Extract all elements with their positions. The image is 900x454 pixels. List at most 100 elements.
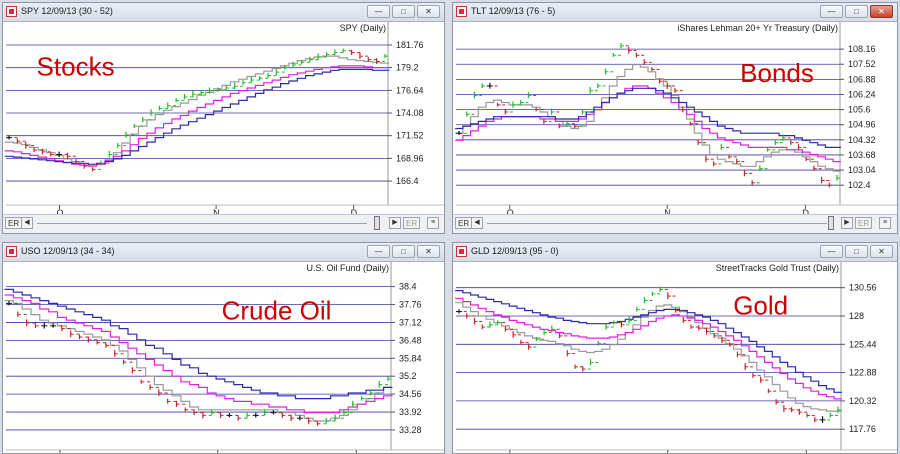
price-tick-label: 36.48 bbox=[399, 335, 422, 345]
close-button[interactable]: ✕ bbox=[870, 5, 893, 18]
price-tick-label: 35.84 bbox=[399, 353, 422, 363]
restore-button[interactable]: □ bbox=[845, 245, 868, 258]
price-tick-label: 106.24 bbox=[848, 89, 876, 99]
chart-window-gld[interactable]: GLD 12/09/13 (95 - 0) — □ ✕ 130.56 128 125… bbox=[452, 242, 898, 454]
window-title: USO 12/09/13 (34 - 34) bbox=[21, 246, 115, 256]
minimize-button[interactable]: — bbox=[367, 5, 390, 18]
scroll-left-icon: ◀ bbox=[474, 219, 480, 226]
er-right-button[interactable]: ER bbox=[403, 217, 421, 229]
price-tick-label: 176.64 bbox=[396, 85, 424, 95]
price-tick-label: 108.16 bbox=[848, 44, 876, 54]
scroll-thumb[interactable] bbox=[828, 216, 834, 230]
close-button[interactable]: ✕ bbox=[870, 245, 893, 258]
moving-average-line-blue bbox=[4, 68, 390, 165]
price-tick-label: 104.32 bbox=[848, 135, 876, 145]
scroll-right-button[interactable]: ▶ bbox=[389, 217, 401, 229]
title-bar[interactable]: GLD 12/09/13 (95 - 0) — □ ✕ bbox=[453, 243, 897, 262]
restore-button[interactable]: □ bbox=[845, 5, 868, 18]
menu-icon: ≡ bbox=[882, 219, 888, 226]
price-tick-label: 130.56 bbox=[849, 283, 877, 293]
app-icon bbox=[456, 246, 467, 257]
chart-subtitle: StreetTracks Gold Trust (Daily) bbox=[716, 263, 839, 273]
scroll-left-button[interactable]: ◀ bbox=[471, 217, 483, 229]
close-button[interactable]: ✕ bbox=[417, 5, 440, 18]
menu-button[interactable]: ≡ bbox=[879, 217, 891, 229]
price-tick-label: 171.52 bbox=[396, 131, 424, 141]
window-title: TLT 12/09/13 (76 - 5) bbox=[471, 6, 556, 16]
price-tick-label: 120.32 bbox=[849, 396, 877, 406]
price-tick-label: 104.96 bbox=[848, 120, 876, 130]
price-tick-label: 117.76 bbox=[849, 424, 876, 434]
price-chart: 181.76 179.2 176.64 174.08 171.52 168.96 166.4… bbox=[4, 22, 444, 215]
menu-button[interactable]: ≡ bbox=[427, 217, 439, 229]
chart-subtitle: iShares Lehman 20+ Yr Treasury (Daily) bbox=[677, 23, 838, 33]
scroll-track[interactable] bbox=[37, 223, 367, 224]
restore-icon: □ bbox=[854, 247, 859, 256]
app-icon bbox=[6, 246, 17, 257]
restore-button[interactable]: □ bbox=[392, 245, 415, 258]
price-tick-label: 105.6 bbox=[848, 105, 871, 115]
title-bar[interactable]: TLT 12/09/13 (76 - 5) — □ ✕ bbox=[453, 3, 897, 22]
close-icon: ✕ bbox=[878, 247, 885, 256]
price-tick-label: 106.88 bbox=[848, 74, 876, 84]
asset-label: Crude Oil bbox=[222, 296, 332, 326]
price-tick-label: 33.28 bbox=[399, 425, 422, 435]
close-icon: ✕ bbox=[425, 7, 432, 16]
minimize-icon: — bbox=[374, 7, 383, 16]
restore-button[interactable]: □ bbox=[392, 5, 415, 18]
moving-average-line-blue bbox=[4, 288, 393, 400]
price-tick-label: 181.76 bbox=[396, 40, 424, 50]
scroll-track[interactable] bbox=[487, 223, 827, 224]
chart-subtitle: SPY (Daily) bbox=[340, 23, 386, 33]
price-tick-label: 103.04 bbox=[848, 165, 876, 175]
minimize-button[interactable]: — bbox=[367, 245, 390, 258]
price-tick-label: 102.4 bbox=[848, 180, 871, 190]
menu-icon: ≡ bbox=[430, 219, 436, 226]
title-bar[interactable]: SPY 12/09/13 (30 - 52) — □ ✕ bbox=[3, 3, 444, 22]
price-tick-label: 179.2 bbox=[396, 63, 419, 73]
chart-window-tlt[interactable]: TLT 12/09/13 (76 - 5) — □ ✕ 108.16 107.52… bbox=[452, 2, 898, 234]
window-title: SPY 12/09/13 (30 - 52) bbox=[21, 6, 113, 16]
minimize-icon: — bbox=[827, 247, 836, 256]
scroll-right-icon: ▶ bbox=[392, 219, 398, 226]
minimize-button[interactable]: — bbox=[820, 245, 843, 258]
price-chart: 130.56128125.44122.88120.32117.76ONDStre… bbox=[455, 262, 897, 453]
price-tick-label: 37.76 bbox=[399, 300, 422, 310]
app-icon bbox=[6, 6, 17, 17]
price-tick-label: 103.68 bbox=[848, 150, 876, 160]
scroll-left-button[interactable]: ◀ bbox=[21, 217, 33, 229]
asset-label: Bonds bbox=[740, 58, 814, 88]
title-bar[interactable]: USO 12/09/13 (34 - 34) — □ ✕ bbox=[3, 243, 444, 262]
scroll-right-icon: ▶ bbox=[844, 219, 850, 226]
close-button[interactable]: ✕ bbox=[417, 245, 440, 258]
chart-window-spy[interactable]: SPY 12/09/13 (30 - 52) — □ ✕ 181.76 179.2… bbox=[2, 2, 445, 234]
restore-icon: □ bbox=[854, 7, 859, 16]
price-tick-label: 38.4 bbox=[399, 282, 417, 292]
price-tick-label: 168.96 bbox=[396, 153, 424, 163]
price-tick-label: 174.08 bbox=[396, 108, 424, 118]
chart-subtitle: U.S. Oil Fund (Daily) bbox=[306, 263, 389, 273]
scroll-thumb[interactable] bbox=[374, 216, 380, 230]
restore-icon: □ bbox=[401, 247, 406, 256]
asset-label: Gold bbox=[733, 291, 788, 321]
price-tick-label: 128 bbox=[849, 311, 864, 321]
price-tick-label: 34.56 bbox=[399, 389, 422, 399]
price-chart: 108.16 107.52 106.88 106.24 105.6 104.96 104.3… bbox=[455, 22, 897, 215]
scroll-right-button[interactable]: ▶ bbox=[841, 217, 853, 229]
chart-window-uso[interactable]: USO 12/09/13 (34 - 34) — □ ✕ 38.4 37.76 37… bbox=[2, 242, 445, 454]
scroll-bar[interactable]: ER ◀ ▶ ER ≡ bbox=[3, 214, 444, 233]
er-button[interactable]: ER bbox=[5, 217, 23, 229]
price-tick-label: 33.92 bbox=[399, 407, 422, 417]
scroll-left-icon: ◀ bbox=[24, 219, 30, 226]
scroll-bar[interactable]: ER ◀ ▶ ER ≡ bbox=[453, 214, 897, 233]
price-tick-label: 166.4 bbox=[396, 176, 419, 186]
moving-average-line-magenta bbox=[4, 294, 393, 414]
price-chart: 38.4 37.76 37.12 36.48 35.84 35.2 34.56 33.92 33… bbox=[4, 262, 444, 453]
minimize-icon: — bbox=[374, 247, 383, 256]
minimize-button[interactable]: — bbox=[820, 5, 843, 18]
er-button[interactable]: ER bbox=[455, 217, 473, 229]
price-tick-label: 35.2 bbox=[399, 371, 417, 381]
app-icon bbox=[456, 6, 467, 17]
er-right-button[interactable]: ER bbox=[855, 217, 873, 229]
close-icon: ✕ bbox=[425, 247, 432, 256]
